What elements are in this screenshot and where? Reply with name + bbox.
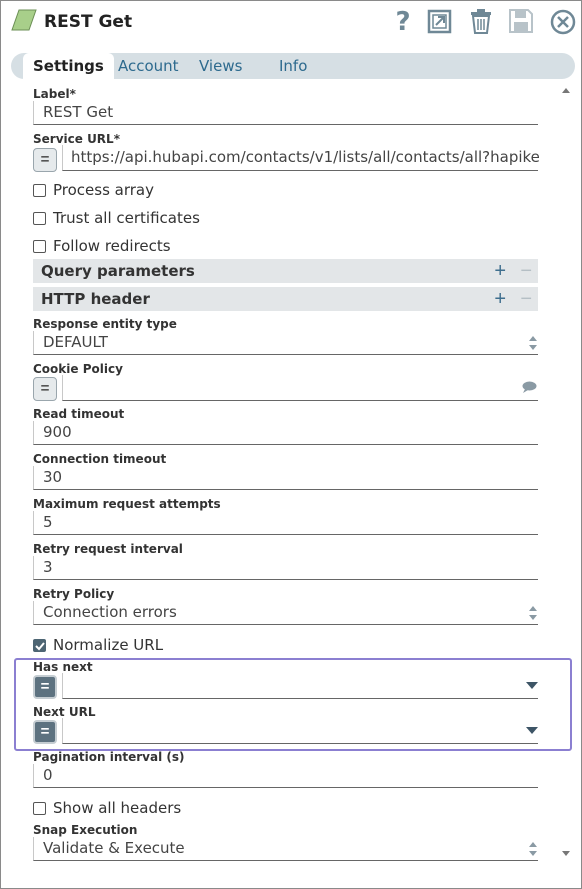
snap-logo-icon [11, 9, 37, 31]
trust-certificates-label: Trust all certificates [53, 209, 200, 227]
select-spinner-icon [529, 842, 537, 856]
service-url-label: Service URL* [33, 132, 120, 146]
snap-execution-value: Validate & Execute [43, 839, 185, 857]
show-all-headers-box[interactable] [33, 802, 46, 815]
select-spinner-icon [529, 336, 537, 350]
close-icon[interactable] [549, 7, 577, 35]
normalize-url-label: Normalize URL [53, 636, 164, 654]
scroll-down-icon[interactable] [562, 851, 570, 856]
response-entity-type-value: DEFAULT [43, 333, 108, 351]
http-header-title: HTTP header [41, 290, 150, 308]
dialog-header: REST Get ? [1, 1, 581, 45]
cookie-policy-expression-button[interactable]: = [33, 377, 57, 401]
retry-interval-input[interactable]: 3 [33, 556, 538, 580]
tab-info[interactable]: Info [279, 57, 307, 75]
retry-interval-value: 3 [43, 558, 53, 576]
follow-redirects-label: Follow redirects [53, 237, 171, 255]
snap-execution-label: Snap Execution [33, 823, 138, 837]
save-icon[interactable] [507, 7, 535, 35]
service-url-input[interactable]: https://api.hubapi.com/contacts/v1/lists… [62, 145, 539, 171]
has-next-input[interactable] [62, 673, 538, 699]
delete-icon[interactable] [467, 7, 495, 35]
snap-execution-select[interactable]: Validate & Execute [33, 837, 538, 861]
dropdown-arrow-icon[interactable] [526, 682, 538, 689]
help-icon[interactable]: ? [389, 7, 417, 35]
dropdown-arrow-icon[interactable] [526, 727, 538, 734]
tab-views[interactable]: Views [199, 57, 242, 75]
select-spinner-icon [529, 606, 537, 620]
retry-policy-label: Retry Policy [33, 587, 115, 601]
retry-policy-value: Connection errors [43, 603, 177, 621]
comment-icon[interactable] [522, 381, 537, 393]
pagination-interval-label: Pagination interval (s) [33, 750, 185, 764]
add-http-header-icon[interactable]: + [494, 287, 506, 311]
query-parameters-section: Query parameters + − [33, 259, 538, 283]
normalize-url-box[interactable] [33, 639, 46, 652]
response-entity-type-select[interactable]: DEFAULT [33, 331, 538, 355]
tab-account[interactable]: Account [118, 57, 179, 75]
label-input[interactable]: REST Get [33, 101, 538, 125]
remove-http-header-icon[interactable]: − [520, 287, 532, 311]
scroll-up-icon[interactable] [562, 88, 570, 93]
read-timeout-label: Read timeout [33, 407, 125, 421]
remove-query-parameter-icon[interactable]: − [520, 259, 532, 283]
retry-policy-select[interactable]: Connection errors [33, 601, 538, 625]
connection-timeout-value: 30 [43, 468, 63, 486]
query-parameters-title: Query parameters [41, 262, 195, 280]
max-request-attempts-label: Maximum request attempts [33, 497, 221, 511]
dialog-title: REST Get [44, 12, 133, 32]
connection-timeout-label: Connection timeout [33, 452, 167, 466]
has-next-label: Has next [33, 660, 93, 674]
process-array-label: Process array [53, 181, 155, 199]
response-entity-type-label: Response entity type [33, 317, 177, 331]
max-request-attempts-input[interactable]: 5 [33, 511, 538, 535]
process-array-box[interactable] [33, 184, 46, 197]
service-url-expression-button[interactable]: = [33, 148, 57, 172]
snap-settings-dialog: REST Get ? Settings Account Views Info L… [0, 0, 582, 889]
has-next-expression-button[interactable]: = [33, 675, 57, 699]
cookie-policy-label: Cookie Policy [33, 362, 123, 376]
http-header-section: HTTP header + − [33, 287, 538, 311]
trust-certificates-box[interactable] [33, 212, 46, 225]
label-value: REST Get [43, 103, 114, 121]
read-timeout-value: 900 [43, 423, 72, 441]
svg-text:?: ? [395, 7, 410, 35]
tab-settings[interactable]: Settings [23, 53, 114, 83]
pagination-interval-input[interactable]: 0 [33, 764, 538, 788]
add-query-parameter-icon[interactable]: + [494, 259, 506, 283]
max-request-attempts-value: 5 [43, 513, 53, 531]
connection-timeout-input[interactable]: 30 [33, 466, 538, 490]
read-timeout-input[interactable]: 900 [33, 421, 538, 445]
service-url-value: https://api.hubapi.com/contacts/v1/lists… [71, 148, 539, 166]
next-url-expression-button[interactable]: = [33, 720, 57, 744]
retry-interval-label: Retry request interval [33, 542, 183, 556]
tab-bar: Settings Account Views Info [11, 53, 575, 83]
follow-redirects-box[interactable] [33, 240, 46, 253]
checkmark-icon [35, 642, 45, 651]
label-field-label: Label* [33, 87, 76, 101]
show-all-headers-label: Show all headers [53, 799, 182, 817]
cookie-policy-input[interactable] [62, 375, 538, 401]
pagination-interval-value: 0 [43, 766, 53, 784]
next-url-input[interactable] [62, 718, 538, 744]
next-url-label: Next URL [33, 705, 96, 719]
export-icon[interactable] [426, 7, 454, 35]
